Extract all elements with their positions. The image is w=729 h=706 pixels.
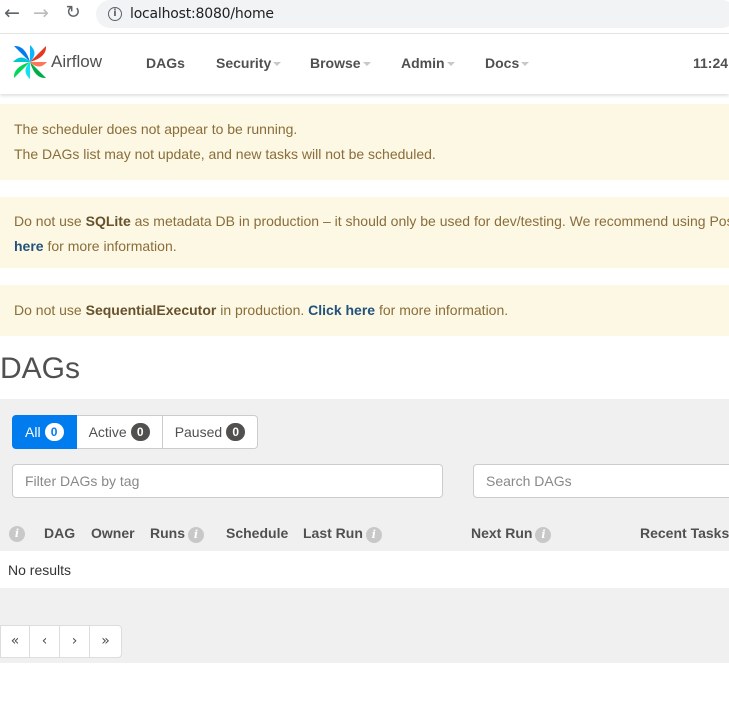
tag-filter-placeholder: Filter DAGs by tag	[25, 473, 140, 489]
alert-text-part: Do not use	[14, 213, 86, 229]
search-dags-input[interactable]: Search DAGs	[473, 464, 729, 498]
nav-docs-label: Docs	[485, 55, 520, 71]
sqlite-docs-link[interactable]: here	[14, 238, 44, 254]
caret-down-icon	[446, 62, 455, 67]
alert-text: The DAGs list may not update, and new ta…	[14, 146, 436, 162]
table-header-cell: i	[9, 524, 25, 542]
status-filter-group: All 0 Active 0 Paused 0	[12, 415, 259, 449]
column-header-next-run-label: Next Run	[471, 525, 533, 541]
arrow-right-icon[interactable]: →	[30, 2, 52, 24]
nav-docs[interactable]: Docs	[485, 55, 530, 71]
arrow-left-icon[interactable]: ←	[1, 2, 23, 24]
alert-text-part: as metadata DB in production – it should…	[130, 213, 729, 229]
nav-dags-label: DAGs	[146, 55, 185, 71]
column-header-recent-tasks: Recent Tasks	[640, 525, 729, 541]
info-icon[interactable]: i	[9, 526, 25, 542]
tag-filter-input[interactable]: Filter DAGs by tag	[12, 464, 443, 498]
brand-name[interactable]: Airflow	[51, 52, 102, 72]
airflow-logo-icon[interactable]	[11, 43, 49, 81]
nav-security-label: Security	[216, 55, 272, 71]
column-header-last-run[interactable]: Last Run i	[303, 525, 382, 543]
alert-text-part: for more information.	[43, 238, 177, 254]
column-header-runs-label: Runs	[150, 525, 185, 541]
address-bar[interactable]: i localhost:8080/home	[96, 0, 729, 28]
column-header-dag[interactable]: DAG	[44, 525, 75, 541]
alert-text: Do not use SequentialExecutor in product…	[14, 298, 715, 323]
alert-emphasis: SequentialExecutor	[85, 302, 217, 318]
nav-security[interactable]: Security	[216, 55, 282, 71]
server-clock[interactable]: 11:24	[693, 55, 728, 71]
filter-paused-button[interactable]: Paused 0	[162, 415, 259, 449]
filter-paused-label: Paused	[174, 424, 223, 440]
column-header-last-run-label: Last Run	[303, 525, 363, 541]
search-dags-placeholder: Search DAGs	[486, 473, 572, 489]
count-badge: 0	[226, 423, 246, 441]
nav-dags[interactable]: DAGs	[146, 55, 185, 71]
pagination-first-button[interactable]: «	[0, 625, 30, 658]
column-header-runs: Runs i	[150, 525, 204, 543]
filter-all-label: All	[25, 424, 41, 440]
main-navbar: Airflow DAGs Security Browse Admin Docs …	[0, 33, 729, 94]
dags-table-header: i DAG Owner Runs i Schedule Last Run i Nex…	[0, 516, 729, 551]
reload-icon[interactable]: ↻	[62, 2, 84, 24]
column-header-schedule[interactable]: Schedule	[226, 525, 288, 541]
pagination-next-button[interactable]: ›	[60, 625, 90, 658]
column-header-next-run[interactable]: Next Run i	[471, 525, 552, 543]
info-icon[interactable]: i	[365, 527, 382, 543]
alert-text: Do not use SQLite as metadata DB in prod…	[14, 209, 729, 234]
column-header-owner[interactable]: Owner	[91, 525, 135, 541]
nav-browse[interactable]: Browse	[310, 55, 371, 71]
filter-all-button[interactable]: All 0	[12, 415, 77, 449]
count-badge: 0	[44, 423, 64, 441]
info-icon[interactable]: i	[535, 527, 552, 543]
caret-down-icon	[521, 62, 530, 67]
alert-text-part: Do not use	[14, 302, 86, 318]
no-results-text: No results	[8, 562, 72, 578]
filter-active-label: Active	[88, 424, 127, 440]
site-info-icon[interactable]: i	[108, 7, 122, 21]
executor-docs-link[interactable]: Click here	[308, 302, 375, 318]
alert-text-part: in production.	[216, 302, 309, 318]
nav-browse-label: Browse	[310, 55, 361, 71]
sqlite-warning-alert: Do not use SQLite as metadata DB in prod…	[0, 197, 729, 268]
alert-emphasis: SQLite	[85, 213, 131, 229]
dags-panel: All 0 Active 0 Paused 0 Filter DAGs by tag …	[0, 399, 729, 663]
table-row: No results	[0, 551, 729, 588]
executor-warning-alert: Do not use SequentialExecutor in product…	[0, 285, 729, 336]
url-text[interactable]: localhost:8080/home	[130, 6, 274, 22]
info-icon[interactable]: i	[188, 527, 204, 543]
pagination: « ‹ › »	[0, 625, 122, 658]
page-title: DAGs	[0, 352, 81, 385]
nav-admin[interactable]: Admin	[401, 55, 455, 71]
alert-text-part: for more information.	[375, 302, 509, 318]
pagination-last-button[interactable]: »	[90, 625, 122, 658]
scheduler-warning-alert: The scheduler does not appear to be runn…	[0, 104, 729, 180]
browser-toolbar: ← → ↻ i localhost:8080/home	[0, 0, 729, 28]
alert-text: The scheduler does not appear to be runn…	[14, 121, 298, 137]
pagination-prev-button[interactable]: ‹	[30, 625, 60, 658]
caret-down-icon	[362, 62, 371, 67]
caret-down-icon	[273, 62, 282, 67]
alert-text: here for more information.	[14, 234, 715, 259]
filter-active-button[interactable]: Active 0	[76, 415, 163, 449]
nav-admin-label: Admin	[401, 55, 445, 71]
count-badge: 0	[130, 423, 150, 441]
